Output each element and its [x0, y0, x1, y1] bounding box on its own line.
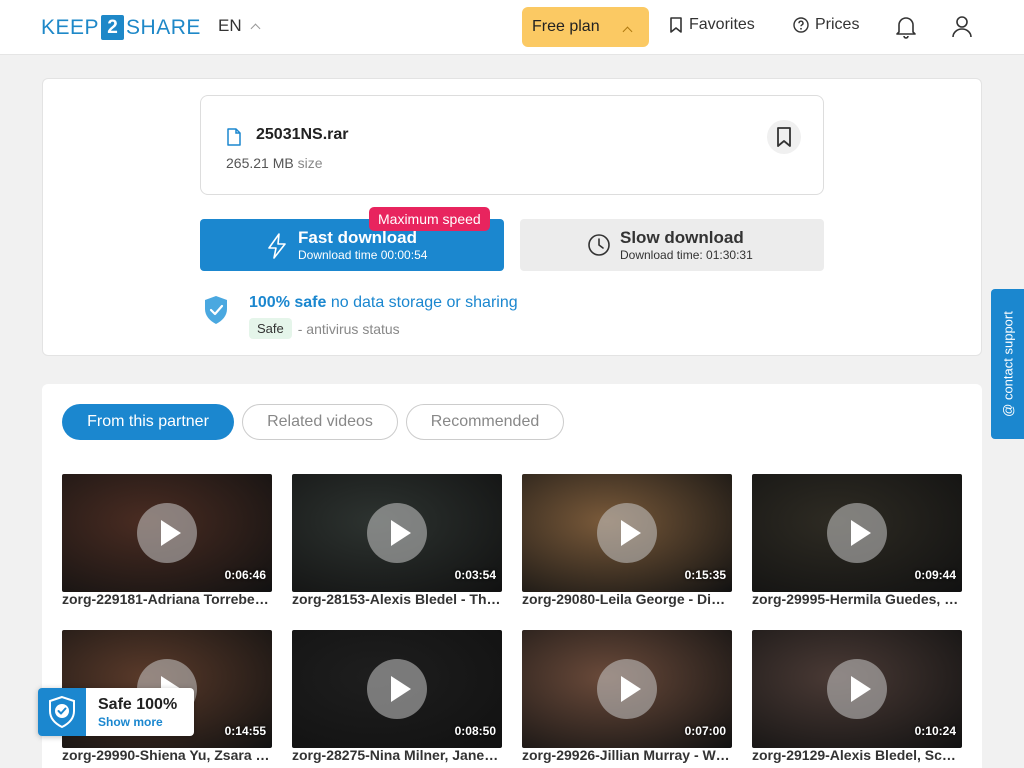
- play-icon[interactable]: [827, 659, 887, 719]
- safe-popup-title: Safe 100%: [98, 696, 178, 713]
- video-title[interactable]: zorg-28275-Nina Milner, Jane Birk...: [292, 747, 502, 763]
- lightning-icon: [268, 233, 286, 259]
- video-title[interactable]: zorg-29129-Alexis Bledel, Schultz...: [752, 747, 962, 763]
- plan-label: Free plan: [532, 18, 600, 35]
- play-icon[interactable]: [597, 503, 657, 563]
- video-thumbnail[interactable]: 0:03:54: [292, 474, 502, 592]
- bookmark-icon: [777, 127, 791, 147]
- slow-download-button[interactable]: Slow download Download time: 01:30:31: [520, 219, 824, 271]
- video-duration: 0:07:00: [684, 724, 726, 738]
- video-duration: 0:06:46: [224, 568, 266, 582]
- play-icon[interactable]: [597, 659, 657, 719]
- safety-statement: 100% safe no data storage or sharing: [249, 294, 518, 312]
- antivirus-label: - antivirus status: [297, 320, 400, 337]
- prices-label: Prices: [815, 16, 860, 33]
- video-thumbnail[interactable]: 0:06:46: [62, 474, 272, 592]
- max-speed-badge: Maximum speed: [369, 207, 490, 231]
- bookmark-icon: [670, 17, 682, 33]
- help-circle-icon: [793, 17, 809, 33]
- tab-from-this-partner[interactable]: From this partner: [62, 404, 234, 440]
- favorites-link[interactable]: Favorites: [669, 16, 755, 34]
- video-duration: 0:08:50: [454, 724, 496, 738]
- video-thumbnail[interactable]: 0:09:44: [752, 474, 962, 592]
- add-favorite-button[interactable]: [767, 120, 801, 154]
- logo-text-right: SHARE: [126, 15, 201, 39]
- video-thumbnail[interactable]: 0:07:00: [522, 630, 732, 748]
- logo-text-left: KEEP: [41, 15, 100, 39]
- antivirus-status: Safe - antivirus status: [249, 318, 400, 339]
- video-duration: 0:09:44: [914, 568, 956, 582]
- tab-related-videos[interactable]: Related videos: [242, 404, 398, 440]
- safe-popup[interactable]: Safe 100% Show more: [38, 688, 194, 736]
- play-icon[interactable]: [137, 503, 197, 563]
- chevron-up-icon: [622, 26, 633, 37]
- file-icon: [227, 128, 241, 146]
- video-title[interactable]: zorg-28153-Alexis Bledel - The Ha...: [292, 591, 502, 607]
- play-icon[interactable]: [367, 659, 427, 719]
- contact-support-label: @ contact support: [1000, 311, 1015, 417]
- file-name: 25031NS.rar: [256, 126, 349, 143]
- video-title[interactable]: zorg-229181-Adriana Torrebejano...: [62, 591, 272, 607]
- video-title[interactable]: zorg-29926-Jillian Murray - Wild C...: [522, 747, 732, 763]
- video-title[interactable]: zorg-29990-Shiena Yu, Zsara Sosa...: [62, 747, 272, 763]
- safe-badge: Safe: [249, 318, 292, 339]
- play-icon[interactable]: [367, 503, 427, 563]
- plan-dropdown[interactable]: Free plan: [522, 7, 649, 47]
- video-thumbnail[interactable]: 0:08:50: [292, 630, 502, 748]
- shield-check-icon: [49, 695, 75, 729]
- logo-text-mid: 2: [101, 15, 125, 40]
- safety-rest: no data storage or sharing: [330, 294, 518, 311]
- video-duration: 0:10:24: [914, 724, 956, 738]
- file-size: 265.21 MB size: [226, 155, 323, 171]
- file-size-value: 265.21 MB: [226, 155, 294, 171]
- fast-download-time: Download time 00:00:54: [298, 248, 428, 262]
- chevron-up-icon: [250, 23, 261, 33]
- video-duration: 0:14:55: [224, 724, 266, 738]
- language-selector[interactable]: EN: [218, 16, 261, 36]
- favorites-label: Favorites: [689, 16, 755, 33]
- video-thumbnail[interactable]: 0:10:24: [752, 630, 962, 748]
- show-more-link[interactable]: Show more: [98, 715, 163, 729]
- slow-download-title: Slow download: [620, 228, 744, 247]
- tab-recommended[interactable]: Recommended: [406, 404, 564, 440]
- user-icon[interactable]: [951, 15, 973, 39]
- prices-link[interactable]: Prices: [793, 16, 859, 34]
- shield-icon-container: [38, 688, 86, 736]
- fast-download-title: Fast download: [298, 228, 417, 247]
- header: KEEP 2 SHARE EN Free plan Favorites Pric…: [0, 0, 1024, 55]
- video-duration: 0:03:54: [454, 568, 496, 582]
- play-icon[interactable]: [827, 503, 887, 563]
- video-thumbnail[interactable]: 0:15:35: [522, 474, 732, 592]
- file-size-label: size: [297, 155, 323, 171]
- language-label: EN: [218, 16, 242, 35]
- slow-download-time: Download time: 01:30:31: [620, 248, 753, 262]
- contact-support-button[interactable]: @ contact support: [991, 289, 1024, 439]
- logo[interactable]: KEEP 2 SHARE: [41, 15, 201, 40]
- video-duration: 0:15:35: [684, 568, 726, 582]
- bell-icon[interactable]: [895, 15, 917, 39]
- clock-icon: [588, 234, 610, 256]
- safety-strong: 100% safe: [249, 294, 327, 311]
- video-title[interactable]: zorg-29995-Hermila Guedes, Pel...: [752, 591, 962, 607]
- shield-check-icon: [205, 296, 227, 324]
- video-title[interactable]: zorg-29080-Leila George - Diso...: [522, 591, 732, 607]
- file-info-box: 25031NS.rar 265.21 MB size: [200, 95, 824, 195]
